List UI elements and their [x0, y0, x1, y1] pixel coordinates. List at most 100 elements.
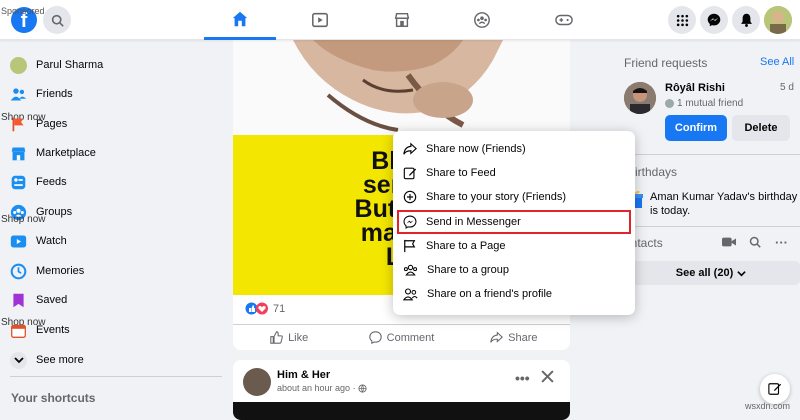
friend-profile-icon	[403, 288, 418, 301]
share-icon	[490, 331, 504, 343]
menu-button[interactable]	[668, 6, 696, 34]
chevron-down-icon	[737, 270, 746, 276]
watch-icon	[10, 235, 27, 247]
share-label: Share	[508, 331, 538, 344]
pages-flag-icon	[12, 117, 24, 131]
request-avatar-image	[624, 82, 656, 114]
share-button[interactable]: Share	[458, 325, 570, 350]
share-options-menu: Share now (Friends) Share to Feed Share …	[393, 131, 635, 315]
menu-item-label: Send in Messenger	[426, 215, 521, 228]
menu-item-label: Share to a Page	[426, 239, 506, 252]
sidebar-item-profile[interactable]: Parul Sharma	[10, 52, 103, 78]
new-message-button[interactable]	[760, 374, 790, 404]
tab-home[interactable]	[204, 0, 276, 40]
more-options-icon[interactable]: ···	[775, 235, 788, 250]
friend-requests-heading: Friend requests	[624, 56, 708, 70]
video-camera-icon	[722, 237, 736, 247]
messenger-icon	[403, 215, 417, 229]
sidebar-item-label: Watch	[36, 235, 67, 247]
search-icon	[51, 14, 64, 27]
see-all-label: See all (20)	[675, 267, 734, 279]
comment-button[interactable]: Comment	[345, 325, 457, 350]
sidebar-item-saved[interactable]: Saved	[10, 287, 67, 313]
search-contacts-button[interactable]	[749, 236, 761, 251]
menu-item-label: Share now (Friends)	[426, 143, 526, 156]
feed-post: Him & Her about an hour ago · •••	[233, 360, 570, 420]
post-time: about an hour ago ·	[277, 383, 356, 393]
friends-icon	[10, 87, 27, 100]
birthday-line: is today.	[650, 205, 691, 217]
sidebar-item-friends[interactable]: Friends	[10, 81, 73, 107]
menu-item-label: Share on a friend's profile	[427, 288, 553, 301]
right-divider	[624, 154, 800, 155]
group-icon	[403, 264, 418, 276]
post-photo-portrait	[233, 40, 570, 135]
search-button[interactable]	[43, 6, 71, 34]
author-avatar[interactable]	[243, 368, 271, 396]
video-call-button[interactable]	[722, 236, 736, 251]
chevron-down-icon	[10, 351, 27, 369]
profile-avatar	[10, 56, 27, 74]
sidebar-item-label: Friends	[36, 88, 73, 100]
globe-icon	[358, 383, 367, 393]
marketplace-icon	[394, 12, 410, 28]
sidebar-item-watch[interactable]: Watch	[10, 228, 67, 254]
menu-item-share-to-group[interactable]: Share to a group	[393, 258, 635, 282]
request-avatar[interactable]	[624, 82, 656, 114]
post-author[interactable]: Him & Her	[277, 369, 330, 381]
post-action-bar: Like Comment Share	[233, 324, 570, 350]
post-image	[233, 402, 570, 420]
sidebar-see-more[interactable]: See more	[10, 347, 84, 373]
menu-item-share-now[interactable]: Share now (Friends)	[393, 137, 635, 161]
see-all-requests-link[interactable]: See All	[760, 56, 794, 68]
sidebar-item-feeds[interactable]: Feeds	[10, 169, 67, 195]
birthday-notice[interactable]: Aman Kumar Yadav's birthday is today.	[650, 190, 797, 218]
comment-icon	[368, 331, 382, 344]
see-all-contacts-button[interactable]: See all (20)	[622, 261, 800, 285]
grid-menu-icon	[676, 14, 688, 26]
sidebar-item-label: Saved	[36, 294, 68, 306]
avatar-image	[764, 6, 792, 34]
flag-icon	[404, 239, 416, 252]
mutual-friend-avatar	[665, 99, 674, 108]
sidebar-item-pages[interactable]: Pages	[10, 111, 67, 137]
top-navigation-bar: f Sponsored	[0, 0, 800, 40]
menu-item-share-to-page[interactable]: Share to a Page	[393, 234, 635, 258]
edit-icon	[403, 167, 417, 180]
sidebar-item-label: Marketplace	[36, 147, 96, 159]
menu-item-send-in-messenger[interactable]: Send in Messenger	[397, 209, 631, 234]
bell-icon	[740, 13, 752, 27]
reaction-summary[interactable]: 71	[245, 302, 285, 315]
menu-item-label: Share to a group	[427, 264, 509, 277]
sidebar-item-events[interactable]: Events	[10, 317, 70, 343]
menu-item-share-to-story[interactable]: Share to your story (Friends)	[393, 185, 635, 209]
messenger-icon	[707, 13, 721, 27]
like-love-reaction-icon	[245, 302, 268, 315]
delete-button[interactable]: Delete	[732, 115, 790, 141]
confirm-button[interactable]: Confirm	[665, 115, 727, 141]
request-name[interactable]: Rôyâl Rishi	[665, 82, 725, 94]
events-icon	[11, 324, 26, 338]
watermark: wsxdn.com	[744, 401, 790, 411]
menu-item-share-on-friends-profile[interactable]: Share on a friend's profile	[393, 282, 635, 306]
like-label: Like	[288, 331, 309, 344]
shop-now-overlay: Shop now	[1, 214, 46, 225]
tab-watch[interactable]	[284, 0, 356, 40]
tab-gaming[interactable]	[528, 0, 600, 40]
close-post-button[interactable]	[541, 370, 554, 386]
search-icon	[749, 236, 761, 248]
gamepad-icon	[555, 14, 573, 26]
mutual-friends: 1 mutual friend	[665, 98, 743, 109]
account-avatar[interactable]	[764, 6, 792, 34]
notifications-button[interactable]	[732, 6, 760, 34]
close-icon	[541, 370, 554, 383]
tab-marketplace[interactable]	[366, 0, 438, 40]
more-options-icon[interactable]: •••	[515, 370, 530, 386]
menu-item-share-to-feed[interactable]: Share to Feed	[393, 161, 635, 185]
feeds-icon	[11, 175, 26, 189]
like-button[interactable]: Like	[233, 325, 345, 350]
tab-groups[interactable]	[446, 0, 518, 40]
sidebar-item-marketplace[interactable]: Marketplace	[10, 140, 96, 166]
messenger-button[interactable]	[700, 6, 728, 34]
sidebar-item-memories[interactable]: Memories	[10, 258, 84, 284]
